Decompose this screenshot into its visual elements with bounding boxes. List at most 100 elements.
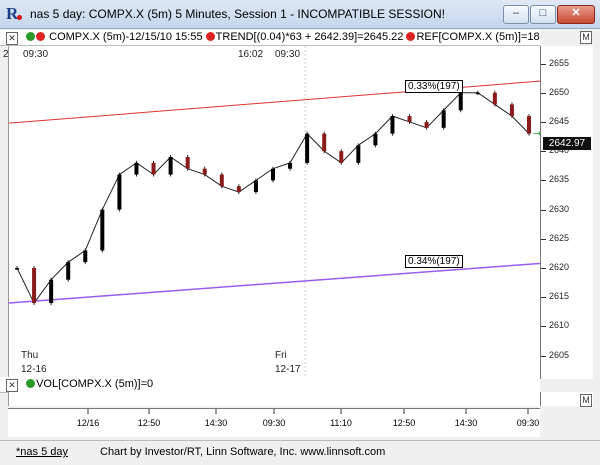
volume-label[interactable]: VOL[COMPX.X (5m)]=0 [36, 378, 153, 390]
price-candle [253, 180, 258, 193]
volume-chart[interactable] [8, 392, 541, 406]
volume-dot-icon[interactable] [26, 379, 36, 388]
price-tick-mark [541, 180, 546, 182]
symbol-label[interactable]: COMPX.X (5m)-12/15/10 15:55 [49, 31, 202, 43]
upper-trend-annotation[interactable]: 0.33%(197) [405, 80, 463, 93]
time-axis-svg: 12/16 12:50 14:30 09:30 11:10 12:50 14:30 09:30 [77, 409, 540, 428]
price-candle [390, 116, 395, 134]
price-candle [83, 250, 88, 263]
price-candle [322, 133, 327, 152]
top-time-label: 2 [3, 49, 9, 60]
price-candle [168, 157, 173, 175]
price-series-line [16, 92, 530, 305]
price-tick-mark [541, 355, 546, 357]
price-tick-mark [541, 238, 546, 240]
price-candle [49, 279, 54, 304]
time-tick-label: 14:30 [455, 418, 478, 428]
price-chart[interactable]: → 2 09:30 16:02 09:30 0.33%(197) 0.34%(1… [3, 46, 542, 379]
price-candle [305, 133, 310, 163]
price-candle [492, 92, 497, 105]
green-dot-icon[interactable] [26, 32, 36, 41]
price-candle [271, 168, 275, 181]
price-candle [424, 121, 429, 128]
time-tick-label: 11:10 [330, 418, 352, 428]
price-candle [185, 157, 190, 169]
price-tick-mark [541, 209, 546, 211]
price-candle [66, 262, 71, 280]
price-candle [100, 209, 105, 251]
price-tick-mark [541, 63, 546, 65]
price-candle [134, 162, 139, 175]
price-candle [151, 162, 156, 175]
price-tick-mark [541, 121, 546, 123]
day-label: Fri [275, 350, 287, 361]
price-candle [202, 168, 207, 175]
price-tick-label: 2630 [549, 203, 570, 214]
price-tick-mark [541, 92, 546, 94]
title-bar: R nas 5 day: COMPX.X (5m) 5 Minutes, Ses… [0, 0, 600, 29]
status-bar: *nas 5 day Chart by Investor/RT, Linn So… [0, 440, 600, 465]
maximize-panel-icon[interactable]: M [580, 31, 592, 44]
maximize-button[interactable]: □ [530, 5, 556, 24]
price-tick-label: 2625 [549, 232, 570, 243]
price-candle [458, 92, 463, 111]
price-candle [32, 268, 37, 304]
time-tick-label: 09:30 [517, 418, 540, 428]
price-candle [356, 145, 361, 163]
price-tick-label: 2655 [549, 57, 570, 68]
close-button[interactable]: ✕ [557, 5, 595, 24]
time-tick-label: 12:50 [138, 418, 161, 428]
price-tick-label: 2620 [549, 262, 570, 272]
trend-dot-icon[interactable] [205, 32, 215, 41]
page-link[interactable]: *nas 5 day [16, 446, 68, 458]
volume-close-icon[interactable]: ✕ [6, 379, 18, 392]
price-candle [527, 116, 531, 134]
price-candle [407, 116, 412, 122]
time-axis[interactable]: 12/16 12:50 14:30 09:30 11:10 12:50 14:30 09:30 [8, 408, 540, 437]
price-candle [373, 133, 378, 146]
time-tick-label: 14:30 [205, 418, 228, 428]
panel-close-icon[interactable]: ✕ [6, 32, 18, 45]
window-title: nas 5 day: COMPX.X (5m) 5 Minutes, Sessi… [30, 7, 446, 21]
price-candle [219, 174, 224, 187]
date-label: 12-16 [21, 364, 47, 375]
time-tick-label: 12:50 [393, 418, 416, 428]
app-logo-icon: R [6, 5, 24, 23]
price-tick-mark [541, 268, 546, 269]
date-label: 12-17 [275, 364, 301, 375]
lower-trend-annotation[interactable]: 0.34%(197) [405, 255, 463, 268]
last-price-badge: 2642.97 [543, 137, 591, 150]
trend-label[interactable]: TREND[(0.04)*63 + 2642.39]=2645.22 [216, 31, 404, 43]
price-tick-label: 2635 [549, 174, 570, 185]
lower-trend-line [8, 262, 542, 304]
time-tick-label: 09:30 [263, 418, 286, 428]
price-tick-label: 2610 [549, 320, 570, 331]
price-tick-mark [541, 326, 546, 328]
price-tick-label: 2645 [549, 115, 570, 126]
red-dot-icon[interactable] [36, 32, 46, 41]
minimize-button[interactable]: – [503, 5, 529, 24]
ref-label[interactable]: REF[COMPX.X (5m)]=1858. [416, 31, 540, 43]
time-tick-label: 12/16 [77, 418, 100, 428]
top-time-label: 09:30 [23, 49, 49, 60]
price-panel-header: ✕ COMPX.X (5m)-12/15/10 15:55 TREND[(0.0… [0, 30, 540, 46]
top-time-label: 09:30 [275, 49, 301, 60]
top-time-label: 16:02 [238, 49, 264, 60]
price-tick-mark [541, 297, 546, 299]
price-tick-label: 2605 [549, 349, 570, 360]
price-tick-label: 2615 [549, 291, 570, 302]
price-tick-label: 2650 [549, 86, 570, 97]
ref-dot-icon[interactable] [406, 32, 416, 41]
price-candle [441, 110, 446, 128]
price-candle [475, 92, 480, 95]
price-candle [117, 174, 122, 210]
volume-maximize-icon[interactable]: M [580, 394, 592, 407]
price-tick-mark [541, 151, 546, 153]
price-candle [288, 162, 293, 169]
price-axis[interactable]: 2655 2650 2645 2640 2635 2630 2625 2620 2615 2610… [540, 46, 593, 379]
price-candle [15, 268, 19, 270]
volume-panel-header: ✕ VOL[COMPX.X (5m)]=0 [0, 377, 540, 393]
day-label: Thu [21, 350, 39, 361]
price-chart-svg: → [8, 46, 542, 379]
price-candle [236, 186, 241, 193]
